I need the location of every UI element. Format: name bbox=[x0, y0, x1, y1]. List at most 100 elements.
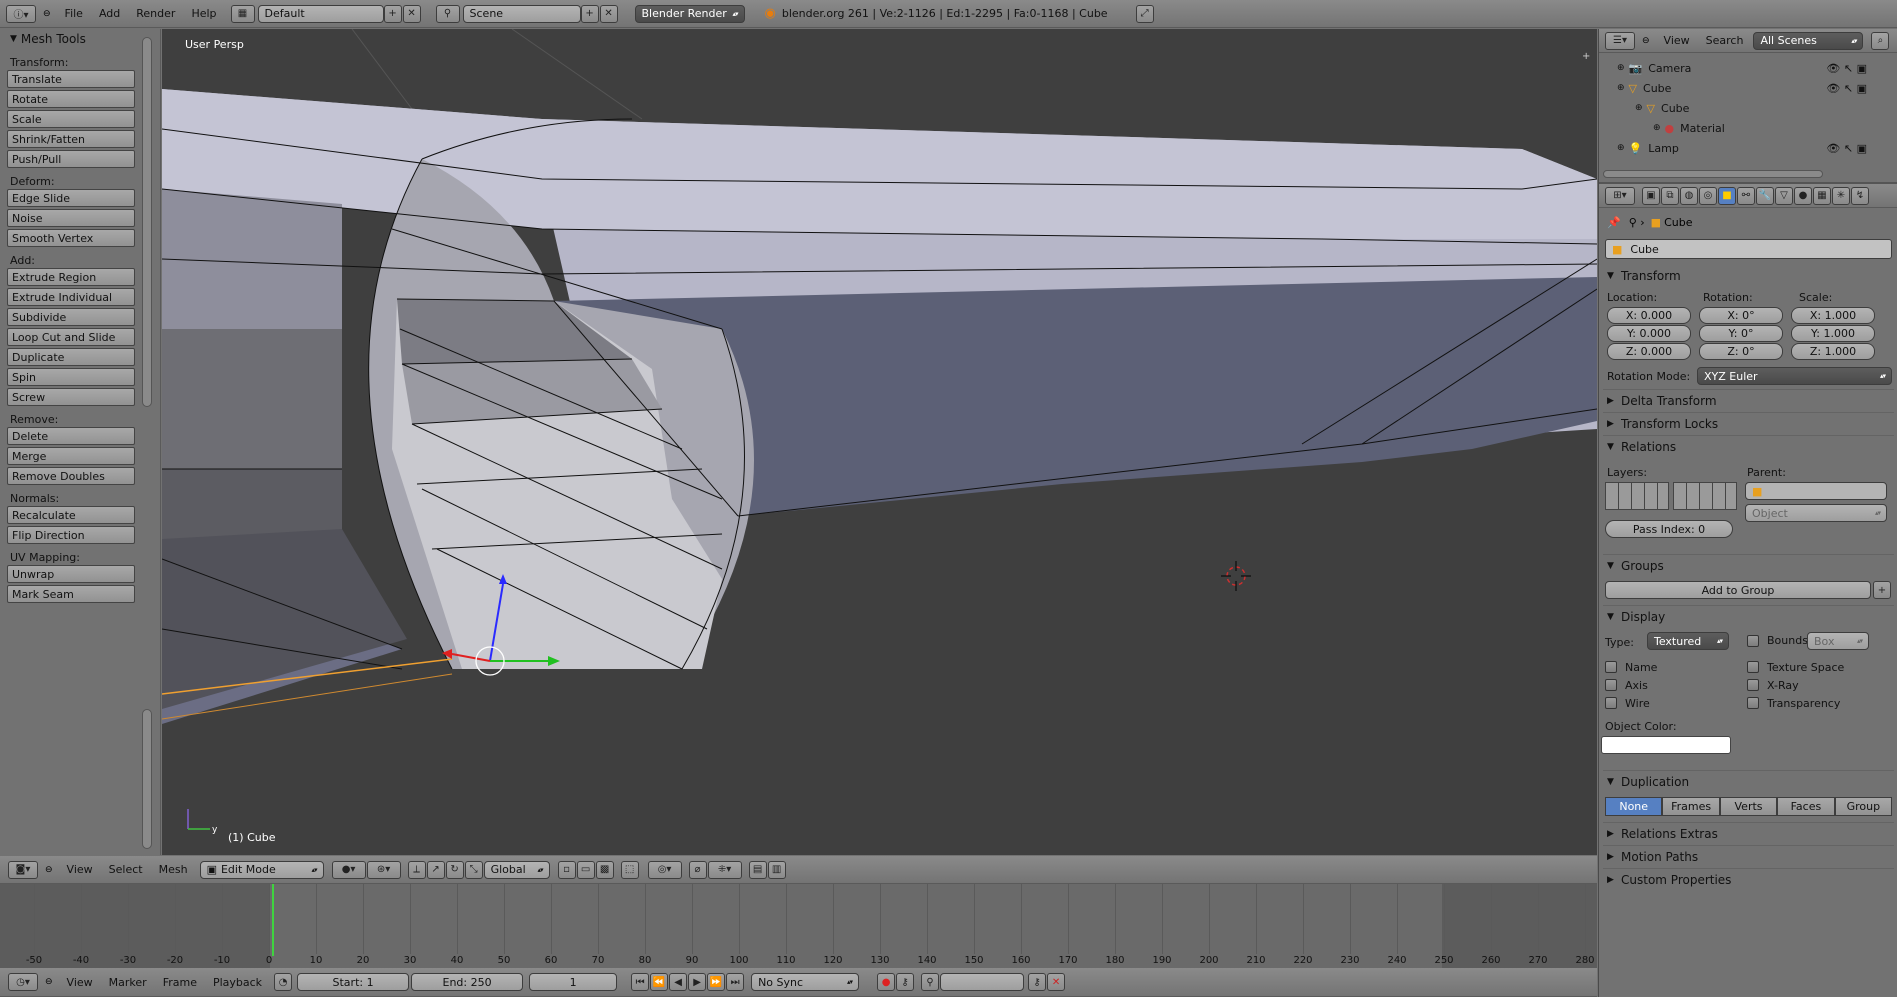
menu-render[interactable]: Render bbox=[128, 7, 183, 20]
layers-grid[interactable] bbox=[1605, 482, 1669, 510]
object-color-swatch[interactable] bbox=[1601, 736, 1731, 754]
smooth-vertex-button[interactable]: Smooth Vertex bbox=[7, 229, 135, 247]
menu-mesh[interactable]: Mesh bbox=[151, 863, 196, 876]
parent-field[interactable]: ■ bbox=[1745, 482, 1887, 500]
rotate-manipulator-icon[interactable]: ↻ bbox=[445, 860, 464, 879]
axis-check-row[interactable]: Axis bbox=[1605, 676, 1657, 694]
rotate-button[interactable]: Rotate bbox=[7, 90, 135, 108]
location-y-field[interactable]: Y: 0.000 bbox=[1607, 325, 1691, 342]
remove-doubles-button[interactable]: Remove Doubles bbox=[7, 467, 135, 485]
insert-keyframe-icon[interactable]: ⚷ bbox=[1028, 973, 1047, 991]
duplication-frames-option[interactable]: Frames bbox=[1662, 797, 1720, 816]
scene-filter-dropdown[interactable]: All Scenes bbox=[1753, 31, 1864, 50]
keying-set-field[interactable] bbox=[940, 973, 1025, 991]
fullscreen-icon[interactable]: ⤢ bbox=[1135, 4, 1154, 23]
outliner[interactable]: ☰▾ ⊖ View Search All Scenes ⌕ ⊕📷Camera👁 … bbox=[1599, 29, 1897, 184]
play-reverse-icon[interactable]: ◀ bbox=[669, 973, 688, 991]
render-layers-tab-icon[interactable]: ⧉ bbox=[1661, 186, 1679, 205]
menu-playback[interactable]: Playback bbox=[205, 976, 270, 989]
texture-space-check-row[interactable]: Texture Space bbox=[1747, 658, 1844, 676]
menu-add[interactable]: Add bbox=[91, 7, 128, 20]
texture-tab-icon[interactable]: ▦ bbox=[1813, 186, 1831, 205]
current-frame-field[interactable]: 1 bbox=[529, 973, 618, 991]
add-screen-icon[interactable]: + bbox=[383, 4, 402, 23]
texture-space-checkbox[interactable] bbox=[1747, 661, 1759, 673]
scene-field[interactable]: Scene bbox=[462, 4, 581, 23]
search-icon[interactable]: ⌕ bbox=[1871, 31, 1890, 50]
bounds-checkbox[interactable] bbox=[1747, 634, 1759, 647]
physics-tab-icon[interactable]: ↯ bbox=[1851, 186, 1869, 205]
flip-direction-button[interactable]: Flip Direction bbox=[7, 526, 135, 544]
collapse-icon[interactable]: ⊖ bbox=[45, 865, 53, 875]
screen-layout-field[interactable]: Default bbox=[257, 4, 384, 23]
3d-viewport[interactable]: y + User Persp (1) Cube bbox=[162, 29, 1597, 855]
expand-icon[interactable]: ⊕ bbox=[1653, 123, 1661, 133]
motion-paths-header[interactable]: ▶ Motion Paths bbox=[1599, 846, 1897, 868]
tool-shelf-scrollbar-lower[interactable] bbox=[142, 709, 152, 849]
expand-icon[interactable]: ⊕ bbox=[1617, 83, 1625, 93]
spin-button[interactable]: Spin bbox=[7, 368, 135, 386]
screen-layout-icon[interactable]: ▦ bbox=[230, 4, 255, 23]
duplication-group-option[interactable]: Group bbox=[1834, 797, 1893, 816]
start-frame-field[interactable]: Start: 1 bbox=[297, 973, 410, 991]
rotation-z-field[interactable]: Z: 0° bbox=[1699, 343, 1783, 360]
collapse-icon[interactable]: ⊖ bbox=[43, 9, 51, 19]
collapse-icon[interactable]: ⊖ bbox=[1642, 36, 1650, 46]
delete-keyframe-icon[interactable]: ✕ bbox=[1047, 973, 1066, 991]
scale-y-field[interactable]: Y: 1.000 bbox=[1791, 325, 1875, 342]
noise-button[interactable]: Noise bbox=[7, 209, 135, 227]
pin-icon[interactable]: 📌 bbox=[1607, 216, 1621, 229]
editor-type-icon[interactable]: ◙▾ bbox=[8, 860, 38, 879]
edge-select-icon[interactable]: ▭ bbox=[576, 860, 595, 879]
extrude-region-button[interactable]: Extrude Region bbox=[7, 268, 135, 286]
prev-keyframe-icon[interactable]: ⏪ bbox=[650, 973, 669, 991]
scale-button[interactable]: Scale bbox=[7, 110, 135, 128]
render-icon[interactable]: ▤ bbox=[748, 860, 767, 879]
duplication-header[interactable]: ▼ Duplication bbox=[1599, 771, 1897, 793]
transform-panel-header[interactable]: ▼ Transform bbox=[1599, 265, 1897, 287]
timeline-editor-icon[interactable]: ◷▾ bbox=[8, 973, 38, 991]
snap-toggle-icon[interactable]: ⌀ bbox=[688, 860, 707, 879]
x-ray-checkbox[interactable] bbox=[1747, 679, 1759, 691]
mesh-tools-header[interactable]: ▼ Mesh Tools bbox=[0, 29, 160, 49]
object-tab-icon[interactable]: ■ bbox=[1718, 186, 1736, 205]
particles-tab-icon[interactable]: ✳ bbox=[1832, 186, 1850, 205]
parent-type-dropdown[interactable]: Object bbox=[1745, 504, 1887, 522]
recalculate-button[interactable]: Recalculate bbox=[7, 506, 135, 524]
menu-help[interactable]: Help bbox=[183, 7, 224, 20]
render-animation-icon[interactable]: ▥ bbox=[767, 860, 786, 879]
scene-icon[interactable]: ⚲ bbox=[435, 4, 460, 23]
scale-x-field[interactable]: X: 1.000 bbox=[1791, 307, 1875, 324]
mode-dropdown[interactable]: ▣ Edit Mode bbox=[199, 860, 324, 879]
location-x-field[interactable]: X: 0.000 bbox=[1607, 307, 1691, 324]
timeline[interactable]: -50 -40 -30 -20 -10 0 10 20 30 40 50 60 70 80 90 100 110… bbox=[0, 884, 1597, 968]
menu-file[interactable]: File bbox=[57, 7, 91, 20]
wire-checkbox[interactable] bbox=[1605, 697, 1617, 709]
outliner-row-material[interactable]: ⊕ ● Material bbox=[1653, 119, 1887, 137]
menu-view[interactable]: View bbox=[59, 976, 101, 989]
menu-frame[interactable]: Frame bbox=[155, 976, 205, 989]
jump-end-icon[interactable]: ⏭ bbox=[726, 973, 745, 991]
menu-marker[interactable]: Marker bbox=[101, 976, 155, 989]
location-z-field[interactable]: Z: 0.000 bbox=[1607, 343, 1691, 360]
expand-icon[interactable]: ⊕ bbox=[1635, 103, 1643, 113]
add-to-group-button[interactable]: Add to Group bbox=[1605, 581, 1871, 599]
render-engine-dropdown[interactable]: Blender Render bbox=[634, 4, 745, 23]
properties-editor-icon[interactable]: ⊞▾ bbox=[1605, 186, 1635, 205]
duplication-verts-option[interactable]: Verts bbox=[1719, 797, 1778, 816]
display-header[interactable]: ▼ Display bbox=[1599, 606, 1897, 628]
orientation-dropdown[interactable]: Global bbox=[483, 860, 550, 879]
menu-view[interactable]: View bbox=[59, 863, 101, 876]
name-checkbox[interactable] bbox=[1605, 661, 1617, 673]
visibility-icon[interactable]: 👁 ↖ ▣ bbox=[1826, 62, 1867, 75]
unwrap-button[interactable]: Unwrap bbox=[7, 565, 135, 583]
current-frame-line[interactable] bbox=[272, 884, 274, 956]
outliner-row-cube[interactable]: ⊕ ▽ Cube 👁 ↖ ▣ bbox=[1617, 79, 1887, 97]
duplication-faces-option[interactable]: Faces bbox=[1777, 797, 1835, 816]
keying-set-icon[interactable]: ⚷ bbox=[896, 973, 915, 991]
menu-select[interactable]: Select bbox=[101, 863, 151, 876]
expand-icon[interactable]: ⊕ bbox=[1617, 63, 1625, 73]
display-type-dropdown[interactable]: Textured bbox=[1647, 632, 1729, 650]
extrude-individual-button[interactable]: Extrude Individual bbox=[7, 288, 135, 306]
add-group-plus-icon[interactable]: + bbox=[1873, 581, 1891, 599]
